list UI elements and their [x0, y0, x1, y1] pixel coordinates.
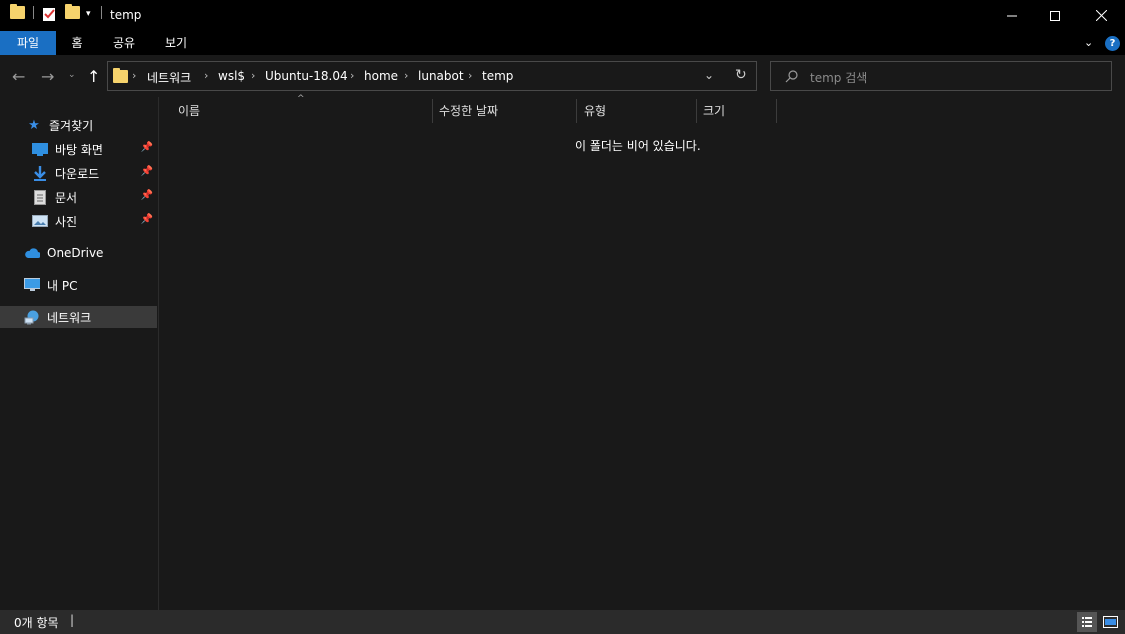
tab-view[interactable]: 보기 [156, 31, 196, 55]
large-icons-view-button[interactable] [1100, 612, 1120, 632]
sidebar-item-label: 즐겨찾기 [49, 118, 94, 133]
document-icon [32, 189, 48, 205]
help-icon[interactable]: ? [1105, 36, 1120, 51]
chevron-right-icon[interactable]: › [468, 69, 472, 82]
close-icon [1095, 10, 1107, 21]
large-icons-view-icon [1102, 616, 1118, 628]
up-arrow-icon[interactable]: ↑ [87, 67, 100, 86]
empty-folder-message: 이 폴더는 비어 있습니다. [575, 139, 701, 153]
refresh-icon[interactable]: ↻ [735, 67, 747, 83]
breadcrumb-temp[interactable]: temp [482, 69, 513, 83]
navigation-pane: ★ 즐겨찾기 바탕 화면 📌 다운로드 📌 문서 📌 사진 📌 OneDrive… [0, 97, 159, 610]
column-header-date-modified[interactable]: 수정한 날짜 [439, 99, 498, 123]
minimize-button[interactable] [989, 0, 1035, 31]
sidebar-item-label: 사진 [55, 214, 78, 229]
sidebar-item-network[interactable]: 네트워크 [0, 306, 157, 328]
cloud-icon [24, 246, 40, 260]
status-bar: 0개 항목 | [0, 610, 1125, 634]
search-box[interactable]: temp 검색 [770, 61, 1112, 91]
sidebar-item-label: 내 PC [47, 278, 78, 293]
breadcrumb-home[interactable]: home [364, 69, 398, 83]
sort-ascending-icon: ^ [297, 94, 305, 104]
column-divider[interactable] [432, 99, 433, 123]
search-icon [785, 70, 798, 83]
tab-share[interactable]: 공유 [104, 31, 144, 55]
column-header-type[interactable]: 유형 [584, 99, 606, 123]
sidebar-item-desktop[interactable]: 바탕 화면 📌 [0, 138, 157, 160]
sidebar-item-onedrive[interactable]: OneDrive [0, 242, 157, 264]
tab-file[interactable]: 파일 [0, 31, 56, 55]
details-view-icon [1082, 617, 1092, 627]
sidebar-item-this-pc[interactable]: 내 PC [0, 274, 157, 296]
pictures-icon [32, 214, 48, 228]
column-divider[interactable] [576, 99, 577, 123]
sidebar-item-label: 네트워크 [47, 310, 92, 325]
folder-icon [10, 4, 25, 19]
maximize-icon [1050, 10, 1060, 21]
status-divider: | [70, 613, 75, 627]
recent-locations-icon[interactable]: ⌄ [68, 70, 76, 80]
divider [33, 6, 34, 19]
column-header-size[interactable]: 크기 [703, 99, 725, 123]
file-list[interactable]: ^ 이름 수정한 날짜 유형 크기 이 폴더는 비어 있습니다. [160, 94, 1125, 610]
column-header-name[interactable]: 이름 [178, 99, 200, 123]
breadcrumb-lunabot[interactable]: lunabot [418, 69, 464, 83]
chevron-down-icon[interactable]: ⌄ [704, 68, 714, 82]
breadcrumb-wsl[interactable]: wsl$ [218, 69, 245, 83]
new-folder-icon[interactable] [65, 4, 80, 19]
breadcrumb-ubuntu[interactable]: Ubuntu-18.04 [265, 69, 348, 83]
sidebar-item-quick-access[interactable]: ★ 즐겨찾기 [0, 114, 157, 136]
back-arrow-icon[interactable]: ← [12, 67, 25, 86]
chevron-right-icon[interactable]: › [350, 69, 354, 82]
desktop-icon [32, 142, 48, 156]
ribbon-tabs: 파일 홈 공유 보기 ⌄ ? [0, 31, 1125, 55]
folder-icon [113, 68, 128, 83]
column-divider[interactable] [776, 99, 777, 123]
pin-icon[interactable]: 📌 [141, 190, 153, 201]
address-bar[interactable]: › 네트워크 › wsl$ › Ubuntu-18.04 › home › lu… [107, 61, 757, 91]
chevron-right-icon[interactable]: › [251, 69, 255, 82]
star-icon: ★ [28, 117, 40, 133]
maximize-button[interactable] [1032, 0, 1078, 31]
network-icon [24, 310, 40, 324]
minimize-icon [1007, 15, 1017, 16]
divider [101, 6, 102, 19]
tab-home[interactable]: 홈 [60, 31, 94, 55]
sidebar-item-downloads[interactable]: 다운로드 📌 [0, 162, 157, 184]
chevron-right-icon[interactable]: › [404, 69, 408, 82]
sidebar-item-label: OneDrive [47, 246, 104, 260]
properties-icon[interactable] [42, 6, 57, 22]
sidebar-item-label: 문서 [55, 190, 78, 205]
sidebar-item-documents[interactable]: 문서 📌 [0, 186, 157, 208]
computer-icon [24, 278, 40, 292]
column-divider[interactable] [696, 99, 697, 123]
chevron-right-icon[interactable]: › [132, 69, 136, 82]
pin-icon[interactable]: 📌 [141, 142, 153, 153]
pin-icon[interactable]: 📌 [141, 214, 153, 225]
search-input[interactable]: temp 검색 [810, 69, 867, 86]
item-count: 0개 항목 [14, 616, 59, 630]
sidebar-item-label: 바탕 화면 [55, 142, 103, 157]
sidebar-item-label: 다운로드 [55, 166, 100, 181]
pin-icon[interactable]: 📌 [141, 166, 153, 177]
sidebar-item-pictures[interactable]: 사진 📌 [0, 210, 157, 232]
title-bar: ▾ temp [0, 0, 1125, 31]
details-view-button[interactable] [1077, 612, 1097, 632]
breadcrumb-network[interactable]: 네트워크 [147, 69, 191, 86]
expand-ribbon-icon[interactable]: ⌄ [1084, 36, 1093, 49]
navigation-bar: ← → ⌄ ↑ › 네트워크 › wsl$ › Ubuntu-18.04 › h… [0, 55, 1125, 97]
download-icon [32, 165, 48, 181]
close-button[interactable] [1078, 0, 1124, 31]
chevron-right-icon[interactable]: › [204, 69, 208, 82]
customize-toolbar-icon[interactable]: ▾ [86, 9, 91, 19]
window-title: temp [110, 8, 142, 22]
forward-arrow-icon[interactable]: → [41, 67, 54, 86]
